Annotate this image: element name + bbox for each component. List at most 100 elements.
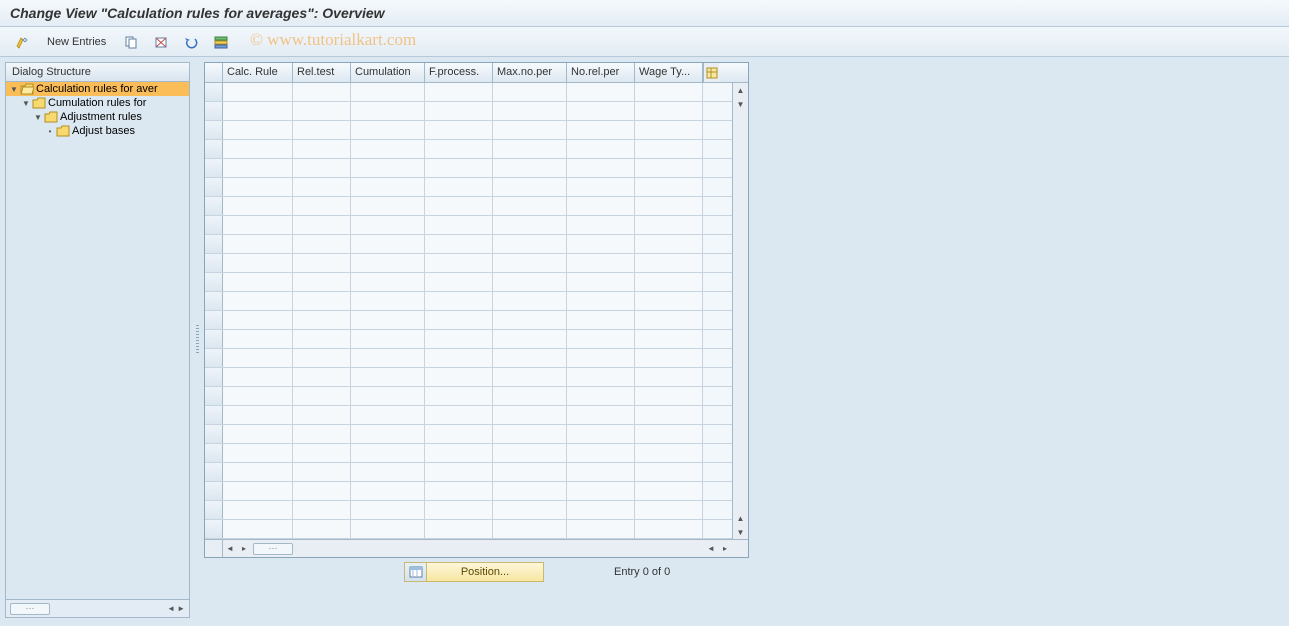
table-cell[interactable] [293,425,351,443]
table-cell[interactable] [293,273,351,291]
table-cell[interactable] [493,273,567,291]
table-row[interactable] [205,102,732,121]
table-cell[interactable] [351,197,425,215]
new-entries-button[interactable]: New Entries [40,32,113,52]
table-cell[interactable] [425,178,493,196]
row-selector[interactable] [205,292,223,310]
table-cell[interactable] [493,406,567,424]
table-cell[interactable] [223,102,293,120]
hscroll-thumb[interactable]: ⋯ [253,543,293,555]
table-cell[interactable] [223,387,293,405]
table-cell[interactable] [493,520,567,538]
table-cell[interactable] [567,311,635,329]
table-cell[interactable] [493,178,567,196]
table-cell[interactable] [351,292,425,310]
table-cell[interactable] [351,254,425,272]
table-cell[interactable] [493,216,567,234]
table-cell[interactable] [567,121,635,139]
select-all-column[interactable] [205,63,223,82]
table-cell[interactable] [635,102,703,120]
table-row[interactable] [205,83,732,102]
table-cell[interactable] [493,463,567,481]
row-selector[interactable] [205,463,223,481]
table-cell[interactable] [351,368,425,386]
row-selector[interactable] [205,235,223,253]
row-selector[interactable] [205,102,223,120]
table-cell[interactable] [351,330,425,348]
table-cell[interactable] [425,349,493,367]
table-cell[interactable] [493,254,567,272]
row-selector[interactable] [205,349,223,367]
scroll-down-icon[interactable]: ▼ [733,525,748,539]
row-selector[interactable] [205,83,223,101]
table-row[interactable] [205,387,732,406]
table-cell[interactable] [425,216,493,234]
table-row[interactable] [205,216,732,235]
table-cell[interactable] [223,197,293,215]
table-row[interactable] [205,311,732,330]
table-cell[interactable] [223,292,293,310]
table-cell[interactable] [493,83,567,101]
table-cell[interactable] [351,463,425,481]
table-cell[interactable] [567,368,635,386]
table-cell[interactable] [425,444,493,462]
row-selector[interactable] [205,254,223,272]
table-cell[interactable] [223,349,293,367]
table-cell[interactable] [293,292,351,310]
row-selector[interactable] [205,520,223,538]
table-cell[interactable] [425,140,493,158]
table-cell[interactable] [351,520,425,538]
table-cell[interactable] [351,425,425,443]
table-cell[interactable] [223,463,293,481]
table-cell[interactable] [635,444,703,462]
table-cell[interactable] [635,482,703,500]
table-row[interactable] [205,140,732,159]
table-cell[interactable] [351,349,425,367]
table-cell[interactable] [351,159,425,177]
delete-icon[interactable] [149,32,173,52]
table-cell[interactable] [567,159,635,177]
table-cell[interactable] [567,254,635,272]
table-cell[interactable] [493,140,567,158]
table-cell[interactable] [293,520,351,538]
table-cell[interactable] [223,121,293,139]
scroll-last-icon[interactable]: ▸ [718,540,732,557]
table-cell[interactable] [493,159,567,177]
row-selector[interactable] [205,197,223,215]
column-header[interactable]: Max.no.per [493,63,567,82]
table-cell[interactable] [635,273,703,291]
table-cell[interactable] [493,330,567,348]
table-cell[interactable] [351,235,425,253]
table-cell[interactable] [293,83,351,101]
table-cell[interactable] [293,254,351,272]
row-selector[interactable] [205,368,223,386]
table-cell[interactable] [351,102,425,120]
table-cell[interactable] [493,425,567,443]
table-cell[interactable] [635,121,703,139]
table-cell[interactable] [351,178,425,196]
table-cell[interactable] [293,121,351,139]
table-cell[interactable] [425,235,493,253]
row-selector[interactable] [205,406,223,424]
row-selector[interactable] [205,501,223,519]
table-cell[interactable] [223,444,293,462]
table-cell[interactable] [635,349,703,367]
table-row[interactable] [205,520,732,539]
table-cell[interactable] [635,463,703,481]
table-cell[interactable] [293,159,351,177]
row-selector[interactable] [205,273,223,291]
table-row[interactable] [205,197,732,216]
tree-item[interactable]: •Adjust bases [6,124,189,138]
table-cell[interactable] [567,102,635,120]
select-all-icon[interactable] [209,32,233,52]
table-cell[interactable] [351,406,425,424]
table-cell[interactable] [425,273,493,291]
table-cell[interactable] [493,444,567,462]
table-row[interactable] [205,254,732,273]
table-cell[interactable] [351,444,425,462]
table-cell[interactable] [223,368,293,386]
column-header[interactable]: Rel.test [293,63,351,82]
scroll-first-icon[interactable]: ◄ [223,540,237,557]
table-cell[interactable] [223,330,293,348]
scroll-right-icon[interactable]: ◄ [704,540,718,557]
